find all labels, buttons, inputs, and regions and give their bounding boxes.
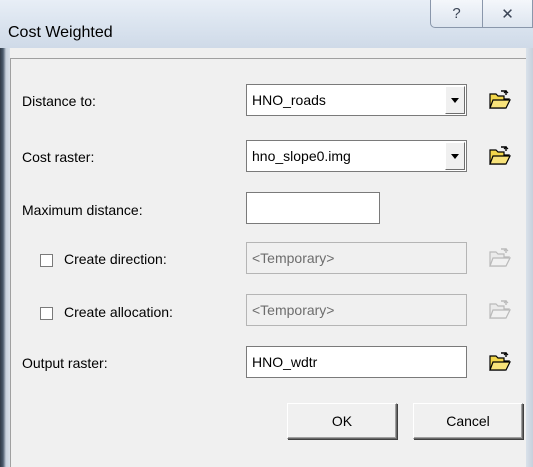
cost-raster-dropdown-button[interactable] bbox=[445, 142, 465, 170]
chevron-down-icon bbox=[451, 97, 459, 103]
create-direction-checkbox[interactable] bbox=[40, 254, 53, 267]
open-folder-icon bbox=[489, 90, 511, 109]
close-icon: ✕ bbox=[501, 5, 514, 23]
create-allocation-checkbox[interactable] bbox=[40, 307, 53, 320]
open-folder-icon bbox=[489, 146, 511, 165]
create-allocation-browse-button bbox=[484, 294, 516, 326]
chevron-down-icon bbox=[451, 153, 459, 159]
open-folder-icon bbox=[489, 300, 511, 319]
maximum-distance-input[interactable] bbox=[246, 192, 380, 224]
open-folder-icon bbox=[489, 352, 511, 371]
create-direction-label: Create direction: bbox=[64, 251, 167, 267]
distance-to-label: Distance to: bbox=[22, 93, 96, 109]
distance-to-value: HNO_roads bbox=[252, 92, 326, 108]
distance-to-browse-button[interactable] bbox=[484, 84, 516, 116]
close-button[interactable]: ✕ bbox=[483, 0, 533, 28]
title-bar: Cost Weighted ? ✕ bbox=[0, 0, 533, 49]
help-icon: ? bbox=[452, 5, 461, 22]
distance-to-combobox[interactable]: HNO_roads bbox=[246, 84, 467, 116]
window-frame-left bbox=[0, 48, 10, 467]
output-raster-input[interactable]: HNO_wdtr bbox=[246, 346, 467, 378]
output-raster-value: HNO_wdtr bbox=[252, 354, 318, 370]
ok-button[interactable]: OK bbox=[287, 403, 397, 439]
create-direction-value: <Temporary> bbox=[252, 250, 335, 266]
create-allocation-output-field: <Temporary> bbox=[246, 294, 467, 326]
maximum-distance-label: Maximum distance: bbox=[22, 202, 143, 218]
create-direction-output-field: <Temporary> bbox=[246, 242, 467, 274]
window-frame-right bbox=[526, 48, 533, 467]
output-raster-label: Output raster: bbox=[22, 355, 108, 371]
output-raster-browse-button[interactable] bbox=[484, 346, 516, 378]
window-title: Cost Weighted bbox=[8, 24, 113, 41]
help-button[interactable]: ? bbox=[430, 0, 483, 28]
cost-raster-label: Cost raster: bbox=[22, 149, 95, 165]
create-direction-browse-button bbox=[484, 242, 516, 274]
distance-to-dropdown-button[interactable] bbox=[445, 86, 465, 114]
cost-raster-value: hno_slope0.img bbox=[252, 148, 351, 164]
create-allocation-label: Create allocation: bbox=[64, 304, 173, 320]
cost-raster-browse-button[interactable] bbox=[484, 140, 516, 172]
cancel-button[interactable]: Cancel bbox=[413, 403, 523, 439]
open-folder-icon bbox=[489, 248, 511, 267]
create-allocation-value: <Temporary> bbox=[252, 302, 335, 318]
cost-raster-combobox[interactable]: hno_slope0.img bbox=[246, 140, 467, 172]
